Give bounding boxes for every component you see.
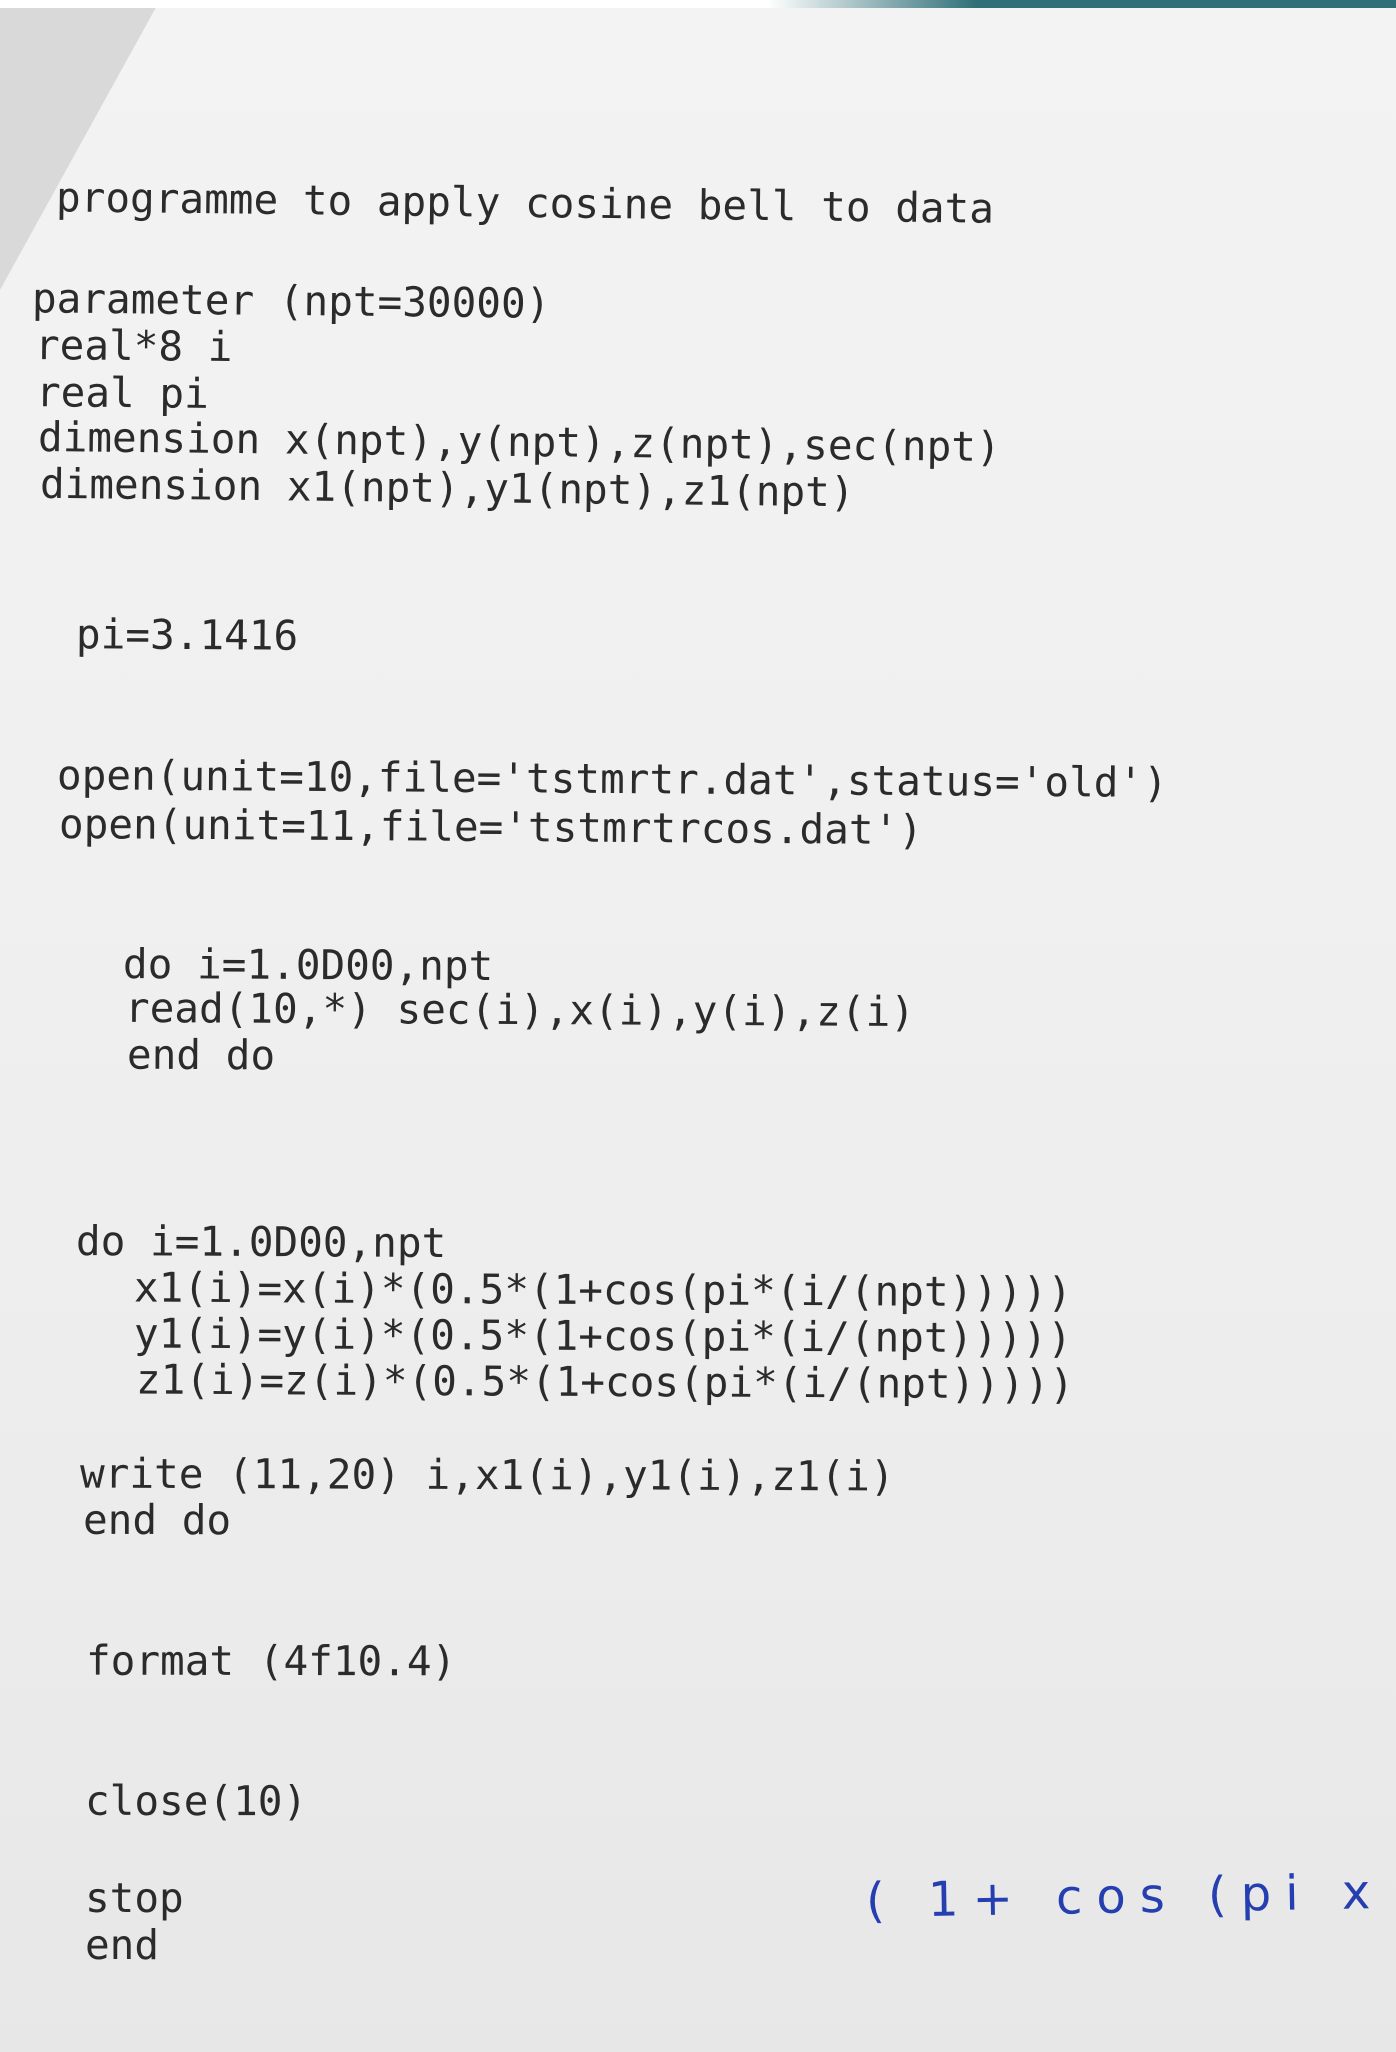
code-line-do-1: do i=1.0D00,npt <box>122 940 494 990</box>
title-comment-line: programme to apply cosine bell to data <box>55 173 995 233</box>
code-line-end: end <box>85 1921 160 1969</box>
code-line-do-2: do i=1.0D00,npt <box>75 1217 447 1267</box>
code-line-format: format (4f10.4) <box>85 1636 457 1686</box>
code-line-real8: real*8 i <box>34 320 233 372</box>
code-line-close: close(10) <box>84 1776 308 1826</box>
code-line-dimension-2: dimension x1(npt),y1(npt),z1(npt) <box>39 459 855 517</box>
code-line-write: write (11,20) i,x1(i),y1(i),z1(i) <box>79 1449 895 1501</box>
code-line-end-do-2: end do <box>82 1495 232 1545</box>
photographed-page: programme to apply cosine bell to data p… <box>0 0 1396 2052</box>
code-line-stop: stop <box>85 1874 184 1922</box>
code-line-y1: y1(i)=y(i)*(0.5*(1+cos(pi*(i/(npt))))) <box>133 1309 1073 1363</box>
handwritten-note: ( 1+ cos (pi x ( <box>865 1862 1396 1930</box>
background-edge <box>0 0 1396 8</box>
code-line-z1: z1(i)=z(i)*(0.5*(1+cos(pi*(i/(npt))))) <box>135 1355 1075 1409</box>
code-line-pi: pi=3.1416 <box>75 610 299 660</box>
code-line-open-11: open(unit=11,file='tstmrtrcos.dat') <box>58 799 924 855</box>
code-line-parameter: parameter (npt=30000) <box>31 274 551 328</box>
code-line-x1: x1(i)=x(i)*(0.5*(1+cos(pi*(i/(npt))))) <box>133 1263 1073 1317</box>
code-line-real-pi: real pi <box>35 368 210 418</box>
code-line-end-do-1: end do <box>126 1030 276 1080</box>
code-line-read: read(10,*) sec(i),x(i),y(i),z(i) <box>124 983 916 1037</box>
fortran-listing: programme to apply cosine bell to data p… <box>0 0 1168 1965</box>
code-line-open-10: open(unit=10,file='tstmrtr.dat',status='… <box>56 751 1168 807</box>
